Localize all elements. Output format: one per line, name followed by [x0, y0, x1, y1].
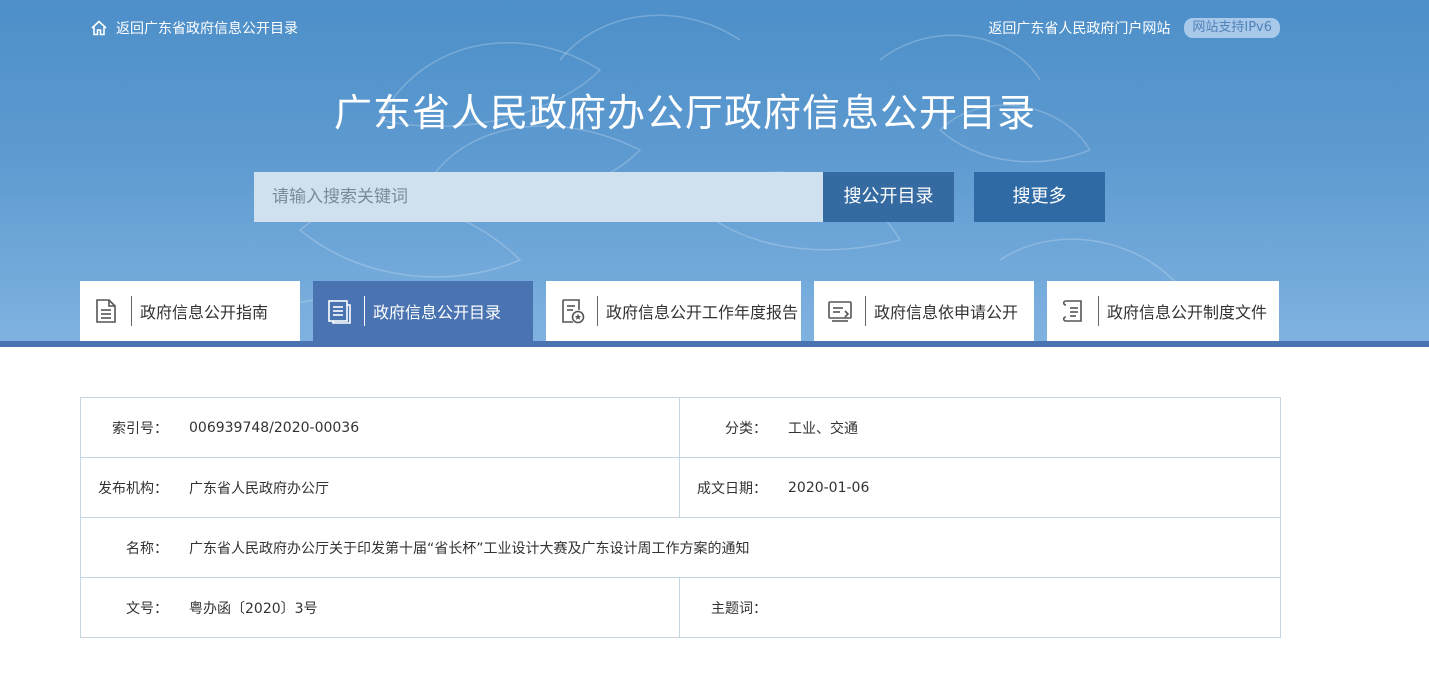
table-row: 发布机构： 广东省人民政府办公厅 成文日期： 2020-01-06	[80, 457, 1281, 518]
policy-scroll-icon	[1062, 300, 1082, 322]
tab-apply-disclosure[interactable]: 政府信息依申请公开	[814, 281, 1034, 341]
index-cell: 索引号： 006939748/2020-00036	[80, 397, 680, 458]
table-row: 文号： 粤办函〔2020〕3号 主题词：	[80, 577, 1281, 638]
topbar-right: 返回广东省人民政府门户网站 网站支持IPv6	[988, 17, 1280, 39]
tab-disclosure-guide[interactable]: 政府信息公开指南	[80, 281, 300, 341]
index-value: 006939748/2020-00036	[189, 419, 360, 436]
tab-disclosure-catalog[interactable]: 政府信息公开目录	[313, 281, 533, 341]
catalog-icon	[328, 300, 351, 324]
tab-separator	[131, 296, 132, 326]
search-catalog-button[interactable]: 搜公开目录	[823, 172, 954, 222]
date-label: 成文日期：	[697, 480, 767, 497]
table-row: 索引号： 006939748/2020-00036 分类： 工业、交通	[80, 397, 1281, 458]
document-info-table: 索引号： 006939748/2020-00036 分类： 工业、交通 发布机构…	[80, 397, 1281, 638]
subject-cell: 主题词：	[679, 577, 1281, 638]
tab-separator	[597, 296, 598, 326]
docno-label: 文号：	[126, 600, 168, 617]
tab-label: 政府信息公开指南	[140, 303, 269, 322]
publisher-value: 广东省人民政府办公厅	[189, 480, 329, 497]
category-value: 工业、交通	[788, 420, 858, 437]
back-to-catalog-link[interactable]: 返回广东省政府信息公开目录	[90, 18, 298, 38]
publisher-cell: 发布机构： 广东省人民政府办公厅	[80, 457, 680, 518]
publisher-label: 发布机构：	[98, 480, 168, 497]
application-form-icon	[828, 301, 852, 322]
tab-label: 政府信息公开制度文件	[1107, 303, 1268, 322]
docno-value: 粤办函〔2020〕3号	[189, 600, 318, 617]
tab-label: 政府信息公开工作年度报告	[606, 303, 799, 322]
name-cell: 名称： 广东省人民政府办公厅关于印发第十届“省长杯”工业设计大赛及广东设计周工作…	[80, 517, 1281, 578]
document-lines-icon	[96, 299, 116, 323]
tab-separator	[865, 296, 866, 326]
docno-cell: 文号： 粤办函〔2020〕3号	[80, 577, 680, 638]
ipv6-badge: 网站支持IPv6	[1184, 18, 1280, 38]
page-title: 广东省人民政府办公厅政府信息公开目录	[333, 91, 1036, 135]
tab-label: 政府信息依申请公开	[874, 303, 1019, 322]
date-cell: 成文日期： 2020-01-06	[679, 457, 1281, 518]
tab-underline-bar	[0, 341, 1429, 347]
tab-policy-documents[interactable]: 政府信息公开制度文件	[1047, 281, 1279, 341]
name-label: 名称：	[126, 540, 168, 557]
home-icon	[91, 20, 107, 36]
back-link-label: 返回广东省政府信息公开目录	[116, 21, 298, 37]
index-label: 索引号：	[112, 420, 168, 437]
tab-separator	[364, 296, 365, 326]
category-cell: 分类： 工业、交通	[679, 397, 1281, 458]
tab-separator	[1098, 296, 1099, 326]
category-label: 分类：	[725, 420, 767, 437]
search-input[interactable]	[254, 172, 823, 222]
tab-label: 政府信息公开目录	[373, 303, 502, 322]
subject-label: 主题词：	[711, 600, 767, 617]
search-more-button[interactable]: 搜更多	[974, 172, 1105, 222]
tab-annual-report[interactable]: 政府信息公开工作年度报告	[546, 281, 801, 341]
report-star-icon	[562, 299, 585, 324]
name-value: 广东省人民政府办公厅关于印发第十届“省长杯”工业设计大赛及广东设计周工作方案的通…	[189, 540, 750, 557]
portal-link[interactable]: 返回广东省人民政府门户网站	[988, 18, 1170, 38]
date-value: 2020-01-06	[788, 479, 870, 496]
table-row: 名称： 广东省人民政府办公厅关于印发第十届“省长杯”工业设计大赛及广东设计周工作…	[80, 517, 1281, 578]
